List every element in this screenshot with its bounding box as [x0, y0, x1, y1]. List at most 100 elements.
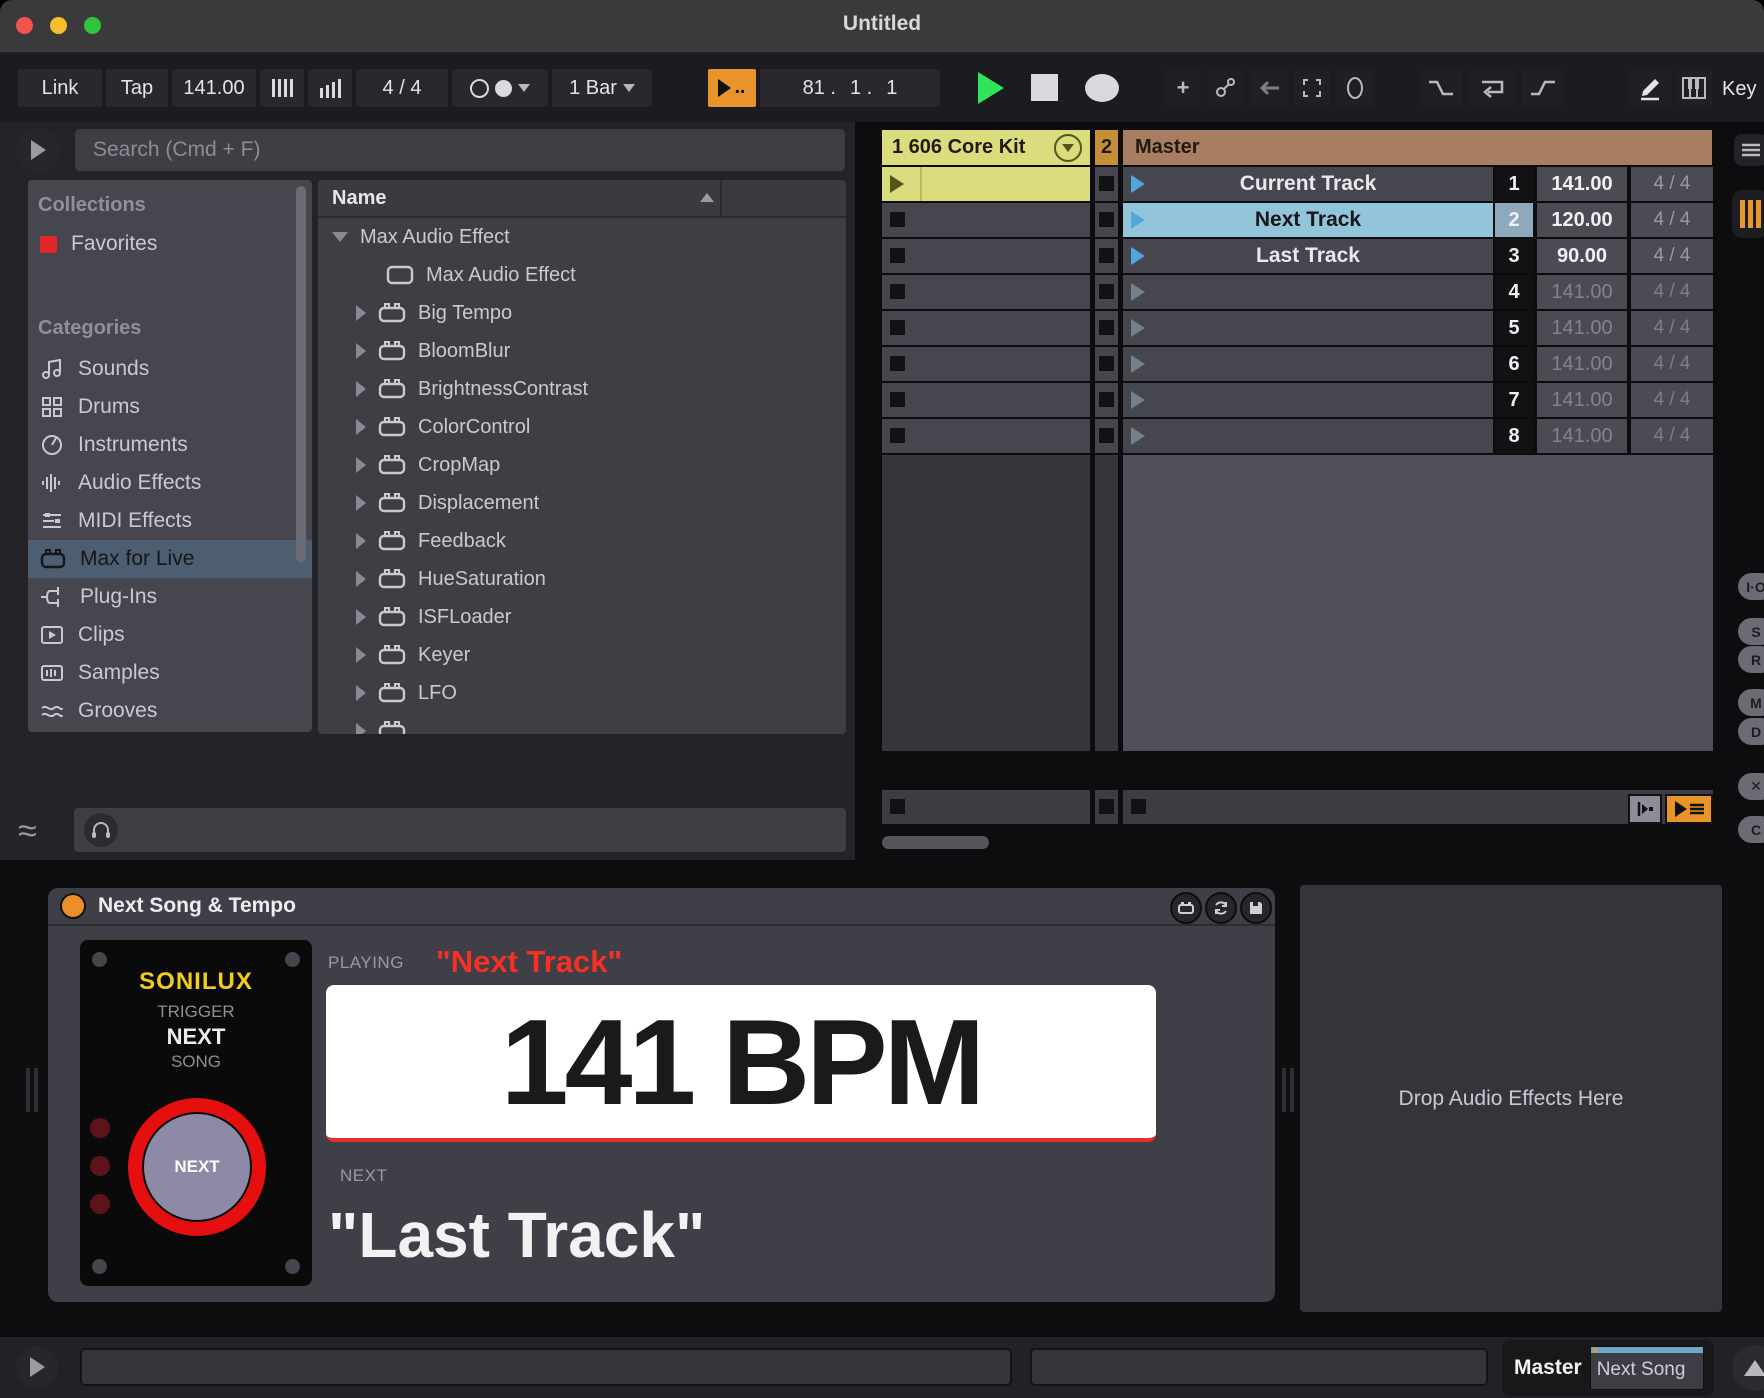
scene-tempo[interactable]: 141.00 — [1537, 167, 1627, 201]
scene-signature[interactable]: 4 / 4 — [1631, 311, 1713, 345]
clip-slot[interactable] — [882, 311, 1090, 345]
scene-play-icon[interactable] — [1131, 283, 1145, 301]
scene-row[interactable]: 4 141.00 4 / 4 — [1123, 275, 1713, 309]
clip-slot[interactable] — [882, 419, 1090, 453]
computer-midi-keyboard-button[interactable] — [1676, 69, 1712, 107]
show-mixer-button[interactable]: M — [1738, 689, 1764, 716]
clip-slot[interactable] — [882, 239, 1090, 273]
show-io-button[interactable]: I·O — [1738, 573, 1764, 600]
scene-play-icon[interactable] — [1131, 355, 1145, 373]
audio-effects-drop-zone[interactable]: Drop Audio Effects Here — [1300, 885, 1722, 1312]
sidebar-item-max-for-live[interactable]: Max for Live — [28, 540, 312, 578]
scene-play-icon[interactable] — [1131, 391, 1145, 409]
device-reload-button[interactable] — [1205, 892, 1237, 924]
scene-play-icon[interactable] — [1131, 319, 1145, 337]
scene-tempo[interactable]: 120.00 — [1537, 203, 1627, 237]
show-hide-detail-button[interactable] — [1732, 1345, 1764, 1391]
sidebar-item-drums[interactable]: Drums — [28, 388, 312, 426]
session-menu-button[interactable] — [1734, 134, 1764, 166]
link-button[interactable]: Link — [18, 69, 102, 107]
sidebar-item-grooves[interactable]: Grooves — [28, 692, 312, 730]
sidebar-item-favorites[interactable]: Favorites — [28, 225, 312, 263]
tree-item[interactable]: Big Tempo — [318, 294, 846, 332]
punch-region-button[interactable] — [1294, 69, 1330, 107]
tree-item[interactable]: CropMap — [318, 446, 846, 484]
key-map-button[interactable]: Key — [1722, 78, 1756, 101]
collapsed-triangle-icon[interactable] — [356, 305, 366, 321]
record-button[interactable] — [1085, 74, 1119, 102]
tree-item[interactable]: Feedback — [318, 522, 846, 560]
device-save-button[interactable] — [1240, 892, 1272, 924]
clip-slot-narrow[interactable] — [1095, 383, 1118, 417]
scene-launch-area[interactable]: Current Track — [1123, 167, 1493, 201]
scene-play-icon[interactable] — [1131, 211, 1145, 229]
clip-slot-narrow[interactable] — [1095, 239, 1118, 273]
clip-slot-narrow[interactable] — [1095, 167, 1118, 201]
session-horizontal-scrollbar[interactable] — [882, 836, 989, 849]
time-signature-field[interactable]: 4 / 4 — [356, 69, 448, 107]
panel-drag-handle[interactable] — [1282, 1068, 1296, 1112]
tree-item-folder[interactable]: Max Audio Effect — [318, 218, 846, 256]
scene-launch-area[interactable]: Last Track — [1123, 239, 1493, 273]
collapsed-triangle-icon[interactable] — [356, 571, 366, 587]
collapsed-triangle-icon[interactable] — [356, 609, 366, 625]
scene-row[interactable]: 7 141.00 4 / 4 — [1123, 383, 1713, 417]
master-track-header[interactable]: Master — [1123, 130, 1712, 165]
collapsed-triangle-icon[interactable] — [356, 419, 366, 435]
re-enable-automation-button[interactable] — [1468, 69, 1516, 107]
show-crossfade-button[interactable]: ✕ — [1738, 773, 1764, 800]
scene-launch-area[interactable] — [1123, 383, 1493, 417]
arrangement-position-field[interactable]: 81 . 1 . 1 — [760, 69, 940, 107]
tree-item[interactable]: Displacement — [318, 484, 846, 522]
tree-item-partial[interactable] — [318, 712, 846, 734]
tree-item[interactable]: BloomBlur — [318, 332, 846, 370]
collapsed-triangle-icon[interactable] — [356, 495, 366, 511]
scene-signature[interactable]: 4 / 4 — [1631, 419, 1713, 453]
collapsed-triangle-icon[interactable] — [356, 457, 366, 473]
collapsed-triangle-icon[interactable] — [356, 343, 366, 359]
track-header-2[interactable]: 2 — [1095, 130, 1118, 165]
scene-row[interactable]: 6 141.00 4 / 4 — [1123, 347, 1713, 381]
scene-signature[interactable]: 4 / 4 — [1631, 239, 1713, 273]
follow-button[interactable]: ‥ — [708, 69, 756, 107]
tree-item[interactable]: HueSaturation — [318, 560, 846, 598]
sidebar-item-plug-ins[interactable]: Plug-Ins — [28, 578, 312, 616]
device-preview-chip[interactable]: Next Song — [1590, 1346, 1704, 1390]
clip-slot-narrow[interactable] — [1095, 275, 1118, 309]
scene-tempo[interactable]: 141.00 — [1537, 383, 1627, 417]
list-name-header[interactable]: Name — [318, 180, 846, 218]
nudge-up-button[interactable] — [308, 69, 352, 107]
track-fold-button[interactable] — [1054, 134, 1082, 162]
clip-slot-narrow[interactable] — [1095, 419, 1118, 453]
capture-midi-button[interactable] — [1208, 69, 1244, 107]
tree-item[interactable]: Keyer — [318, 636, 846, 674]
clip-slot-playing[interactable] — [882, 167, 1090, 201]
stop-all-clips-button[interactable] — [1665, 794, 1713, 824]
next-song-trigger-button[interactable]: NEXT — [128, 1098, 266, 1236]
search-input[interactable]: Search (Cmd + F) — [74, 128, 846, 172]
browser-collapse-button[interactable] — [16, 128, 60, 172]
sidebar-item-midi-effects[interactable]: MIDI Effects — [28, 502, 312, 540]
sidebar-item-sounds[interactable]: Sounds — [28, 350, 312, 388]
new-midi-button[interactable]: + — [1165, 69, 1201, 107]
preview-play-button[interactable] — [16, 1346, 58, 1388]
scene-row-current-track[interactable]: Current Track 1 141.00 4 / 4 — [1123, 167, 1713, 201]
scene-launch-area[interactable]: Next Track — [1123, 203, 1493, 237]
metronome-button[interactable] — [452, 69, 548, 107]
clip-slot-narrow[interactable] — [1095, 311, 1118, 345]
scene-signature[interactable]: 4 / 4 — [1631, 347, 1713, 381]
nudge-down-button[interactable] — [260, 69, 304, 107]
collapsed-triangle-icon[interactable] — [356, 381, 366, 397]
automation-fade-out-button[interactable] — [1420, 69, 1462, 107]
scene-launch-area[interactable] — [1123, 347, 1493, 381]
automation-fade-in-button[interactable] — [1522, 69, 1564, 107]
scene-launch-area[interactable] — [1123, 275, 1493, 309]
show-crossfader-assign-button[interactable]: C — [1738, 816, 1764, 843]
tree-item[interactable]: BrightnessContrast — [318, 370, 846, 408]
scene-row-last-track[interactable]: Last Track 3 90.00 4 / 4 — [1123, 239, 1713, 273]
scene-launch-area[interactable] — [1123, 311, 1493, 345]
scene-row-next-track[interactable]: Next Track 2 120.00 4 / 4 — [1123, 203, 1713, 237]
collapsed-triangle-icon[interactable] — [356, 685, 366, 701]
scene-signature[interactable]: 4 / 4 — [1631, 167, 1713, 201]
hot-swap-wave-icon[interactable]: ≈ — [18, 812, 37, 851]
